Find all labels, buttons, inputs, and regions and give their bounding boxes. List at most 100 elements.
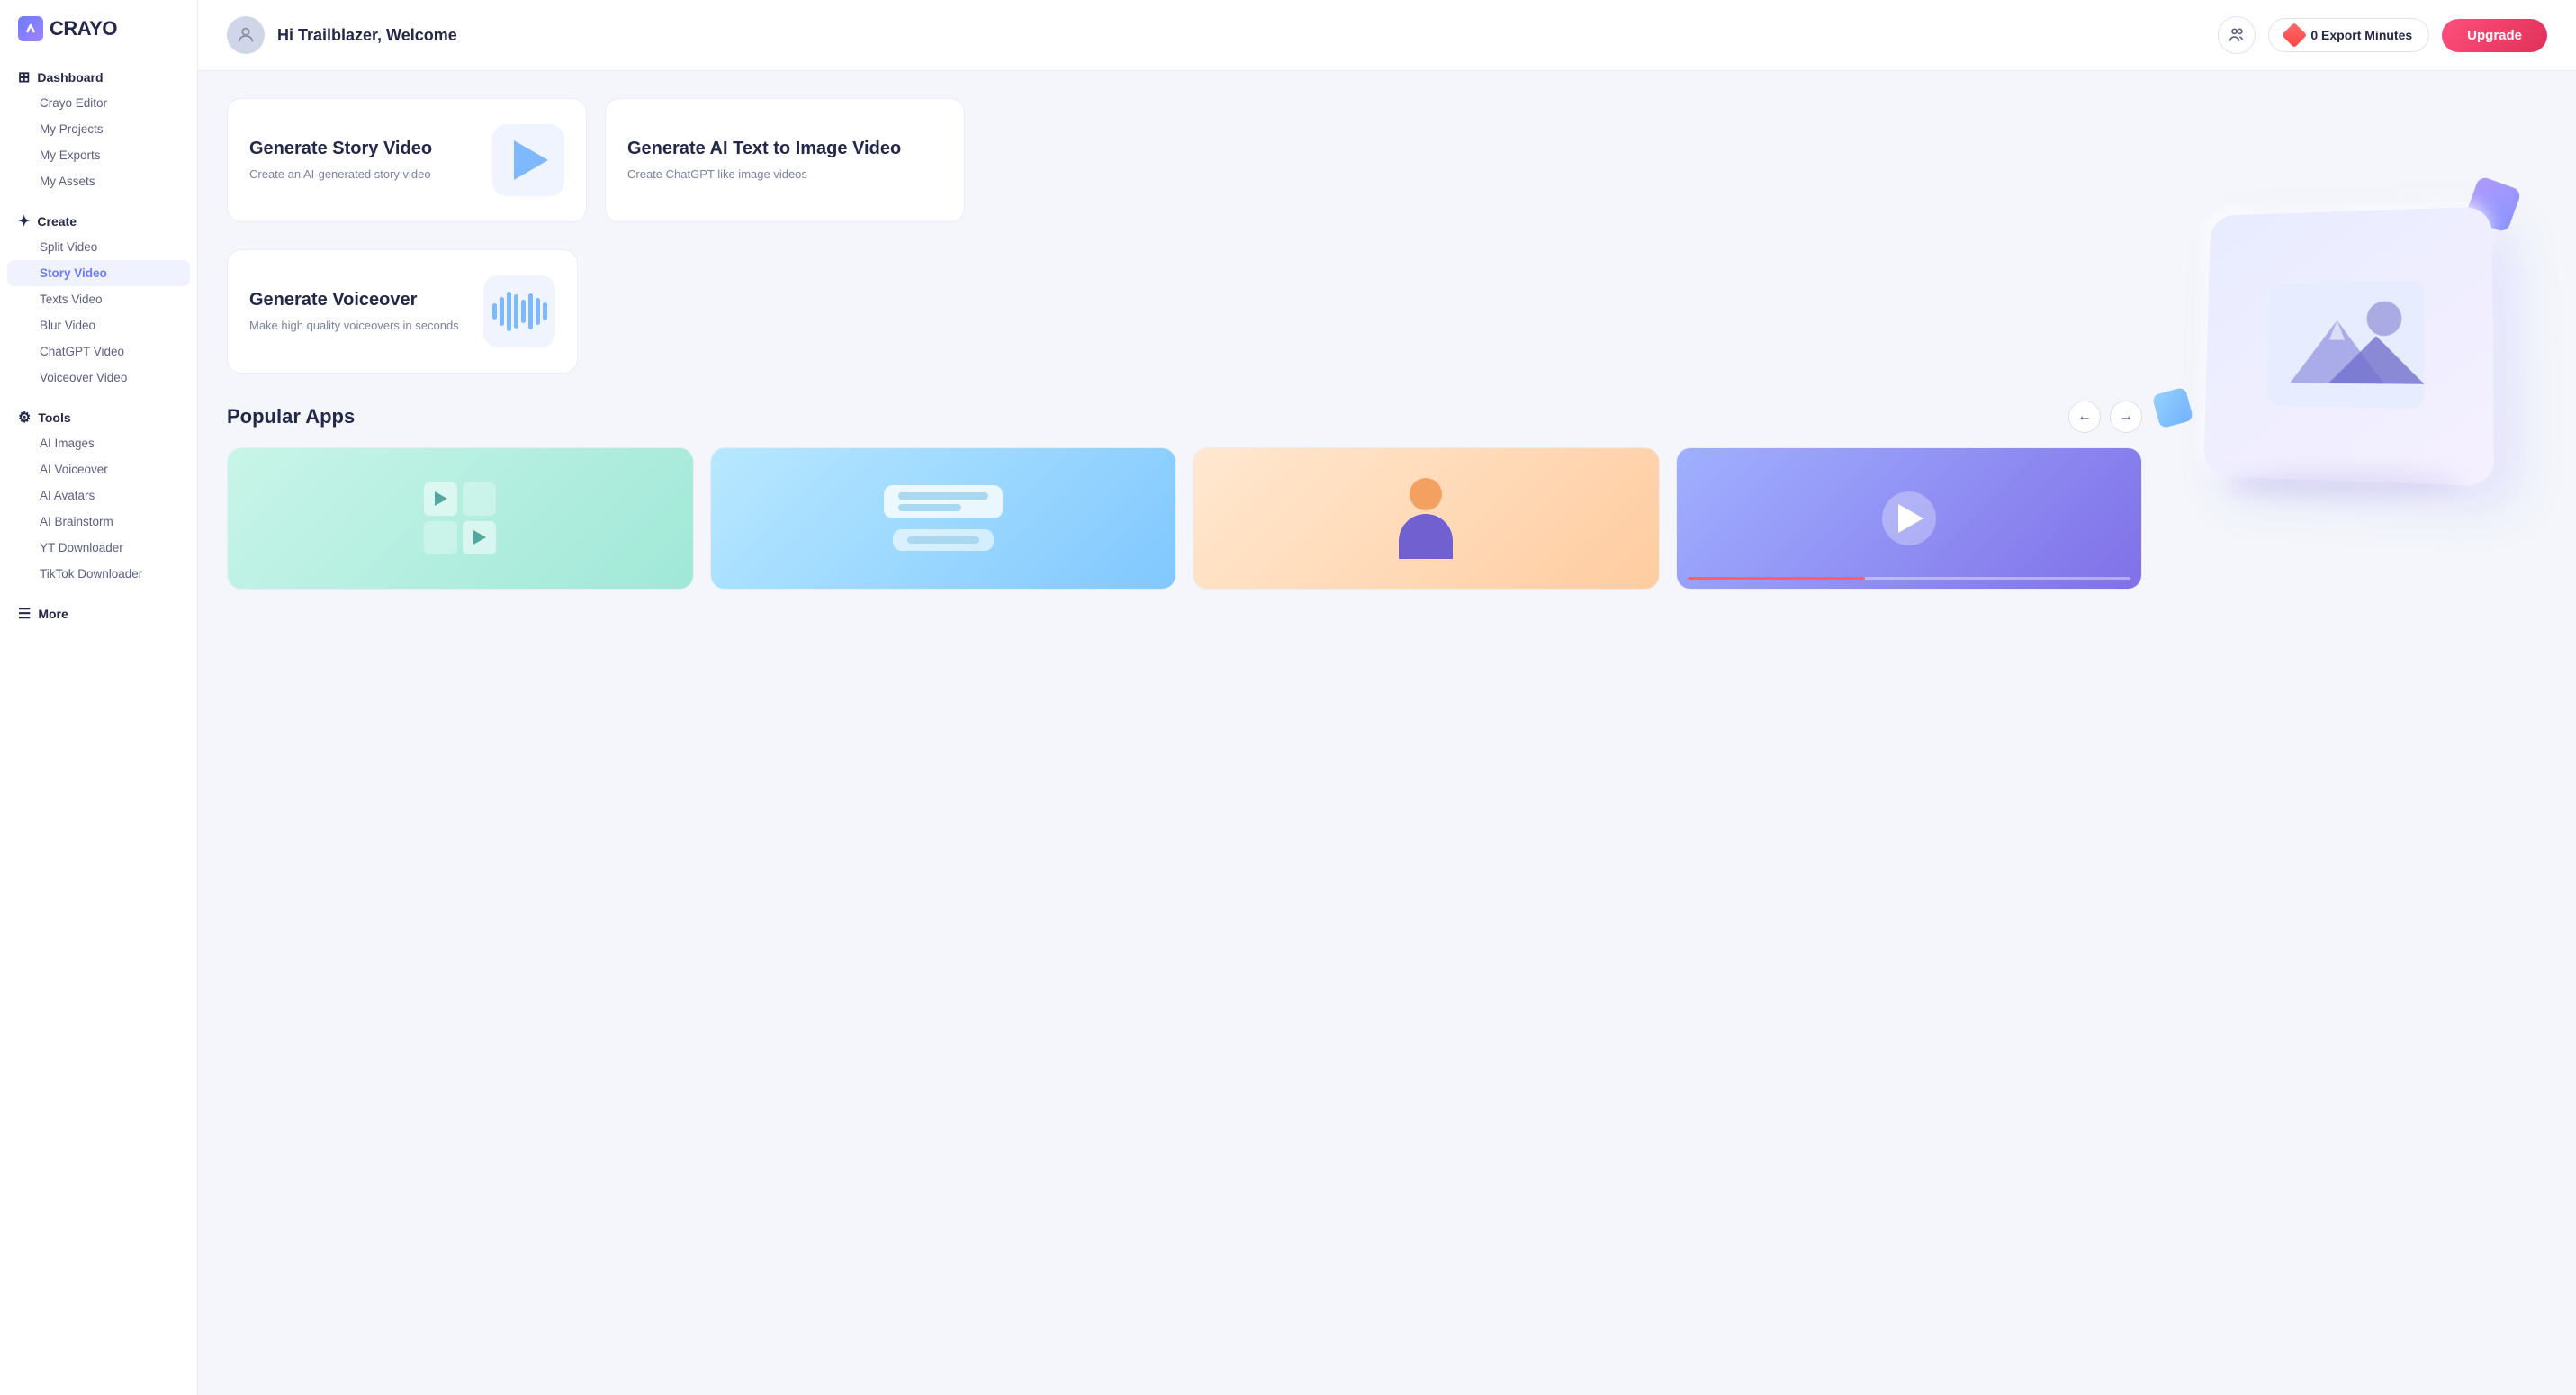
bubble-line-2 xyxy=(898,504,961,511)
card-desc-story: Create an AI-generated story video xyxy=(249,166,474,184)
sidebar-item-ai-images[interactable]: AI Images xyxy=(7,430,190,456)
topbar: Hi Trailblazer, Welcome 0 Export Minutes… xyxy=(198,0,2576,71)
app-thumb-voiceover-story xyxy=(1677,448,2142,589)
feature-cards-grid: Generate Story Video Create an AI-genera… xyxy=(227,98,965,222)
create-icon: ✦ xyxy=(18,212,30,230)
wave-bar-3 xyxy=(507,292,511,331)
voiceover-play-wrap xyxy=(1882,491,1936,545)
app-card-voiceover-story[interactable]: Voiceover Story Create wholesome, scary,… xyxy=(1676,447,2143,590)
content-wrapper: Generate Story Video Create an AI-genera… xyxy=(227,98,2547,590)
tools-icon: ⚙ xyxy=(18,409,31,427)
card-title-voice: Generate Voiceover xyxy=(249,289,465,311)
app-body-splitscreen: Splitscreen Video Create split-screen co… xyxy=(228,589,693,590)
sidebar-item-voiceover-video[interactable]: Voiceover Video xyxy=(7,364,190,391)
wave-bar-2 xyxy=(500,297,504,326)
card-desc-ai: Create ChatGPT like image videos xyxy=(627,166,942,184)
logo-icon xyxy=(18,16,43,41)
split-play-icon xyxy=(435,491,447,506)
export-minutes-label: 0 Export Minutes xyxy=(2310,28,2412,42)
card-text-story: Generate Story Video Create an AI-genera… xyxy=(249,138,474,184)
avatar-person xyxy=(1399,478,1453,559)
sidebar-item-tiktok-downloader[interactable]: TikTok Downloader xyxy=(7,561,190,587)
vo-timeline xyxy=(1688,577,2131,580)
sidebar-item-split-video[interactable]: Split Video xyxy=(7,234,190,260)
sidebar-item-story-video[interactable]: Story Video xyxy=(7,260,190,286)
card-desc-voice: Make high quality voiceovers in seconds xyxy=(249,317,465,335)
sidebar: CRAYO ⊞ Dashboard Crayo Editor My Projec… xyxy=(0,0,198,1395)
wave-bar-6 xyxy=(528,293,533,329)
split-icon xyxy=(424,482,496,554)
card-title-story: Generate Story Video xyxy=(249,138,474,160)
wave-bar-7 xyxy=(536,298,540,325)
hero-mountain-svg xyxy=(2265,280,2427,409)
sidebar-item-texts-video[interactable]: Texts Video xyxy=(7,286,190,312)
app-card-ai-avatars[interactable]: AI Avatars Create AI avatars to say anyt… xyxy=(1193,447,1660,590)
card-icon-story xyxy=(492,124,564,196)
next-arrow[interactable]: → xyxy=(2110,400,2142,433)
app-body-fake-texts: Fake Texts Video Create fake text conver… xyxy=(711,589,1176,590)
sidebar-item-yt-downloader[interactable]: YT Downloader xyxy=(7,535,190,561)
avatar xyxy=(227,16,265,54)
sidebar-item-ai-voiceover[interactable]: AI Voiceover xyxy=(7,456,190,482)
sidebar-section-more[interactable]: ☰ More xyxy=(0,596,197,626)
sidebar-item-ai-avatars[interactable]: AI Avatars xyxy=(7,482,190,508)
hero-3d-wrap xyxy=(2201,209,2489,479)
bubble-1 xyxy=(884,485,1003,518)
split-play-icon-2 xyxy=(473,530,486,544)
voiceover-play-icon xyxy=(1898,504,1923,533)
feature-card-voiceover[interactable]: Generate Voiceover Make high quality voi… xyxy=(227,249,578,374)
main-content: Hi Trailblazer, Welcome 0 Export Minutes… xyxy=(198,0,2576,1395)
bubble-2 xyxy=(893,529,994,551)
vo-progress-bar xyxy=(1688,577,2131,580)
sidebar-item-ai-brainstorm[interactable]: AI Brainstorm xyxy=(7,508,190,535)
popular-apps-header: Popular Apps ← → xyxy=(227,400,2142,433)
wave-bar-8 xyxy=(543,302,547,320)
wave-icon xyxy=(492,290,547,333)
app-card-splitscreen[interactable]: Splitscreen Video Create split-screen co… xyxy=(227,447,694,590)
card-icon-voice xyxy=(483,275,555,347)
hero-card-3d xyxy=(2203,206,2494,486)
split-cell-4 xyxy=(463,521,496,554)
card-text-voice: Generate Voiceover Make high quality voi… xyxy=(249,289,465,335)
app-card-fake-texts[interactable]: Fake Texts Video Create fake text conver… xyxy=(710,447,1177,590)
split-cell-3 xyxy=(424,521,457,554)
sidebar-item-blur-video[interactable]: Blur Video xyxy=(7,312,190,338)
sidebar-item-my-assets[interactable]: My Assets xyxy=(7,168,190,194)
wave-bar-5 xyxy=(521,300,526,323)
dashboard-icon: ⊞ xyxy=(18,68,30,86)
wave-bar-4 xyxy=(514,294,518,328)
bubble-line-1 xyxy=(898,492,988,500)
sidebar-section-tools: ⚙ Tools xyxy=(0,400,197,430)
text-bubbles xyxy=(884,485,1003,551)
logo[interactable]: CRAYO xyxy=(0,16,197,59)
split-cell-1 xyxy=(424,482,457,516)
topbar-right: 0 Export Minutes Upgrade xyxy=(2218,16,2547,54)
sidebar-item-my-exports[interactable]: My Exports xyxy=(7,142,190,168)
logo-text: CRAYO xyxy=(50,17,117,40)
upgrade-button[interactable]: Upgrade xyxy=(2442,19,2547,52)
export-minutes-button[interactable]: 0 Export Minutes xyxy=(2268,18,2429,52)
sidebar-item-my-projects[interactable]: My Projects xyxy=(7,116,190,142)
avatar-body xyxy=(1399,514,1453,559)
popular-apps-title: Popular Apps xyxy=(227,405,355,428)
feature-card-story-video[interactable]: Generate Story Video Create an AI-genera… xyxy=(227,98,587,222)
feature-cards-area: Generate Story Video Create an AI-genera… xyxy=(227,98,2142,590)
sidebar-item-chatgpt-video[interactable]: ChatGPT Video xyxy=(7,338,190,364)
play-icon xyxy=(514,140,548,180)
prev-arrow[interactable]: ← xyxy=(2068,400,2101,433)
more-icon: ☰ xyxy=(18,605,31,623)
community-button[interactable] xyxy=(2218,16,2256,54)
topbar-left: Hi Trailblazer, Welcome xyxy=(227,16,457,54)
hero-shadow xyxy=(2228,470,2462,497)
sidebar-item-crayo-editor[interactable]: Crayo Editor xyxy=(7,90,190,116)
app-body-ai-avatars: AI Avatars Create AI avatars to say anyt… xyxy=(1193,589,1659,590)
welcome-text: Hi Trailblazer, Welcome xyxy=(277,26,457,45)
sidebar-section-create: ✦ Create xyxy=(0,203,197,234)
sidebar-section-dashboard: ⊞ Dashboard xyxy=(0,59,197,90)
apps-grid: Splitscreen Video Create split-screen co… xyxy=(227,447,2142,590)
app-thumb-ai-avatars xyxy=(1193,448,1659,589)
wave-bar-1 xyxy=(492,303,497,320)
nav-arrows: ← → xyxy=(2068,400,2142,433)
card-title-ai: Generate AI Text to Image Video xyxy=(627,138,942,160)
feature-card-ai-text-image[interactable]: Generate AI Text to Image Video Create C… xyxy=(605,98,965,222)
